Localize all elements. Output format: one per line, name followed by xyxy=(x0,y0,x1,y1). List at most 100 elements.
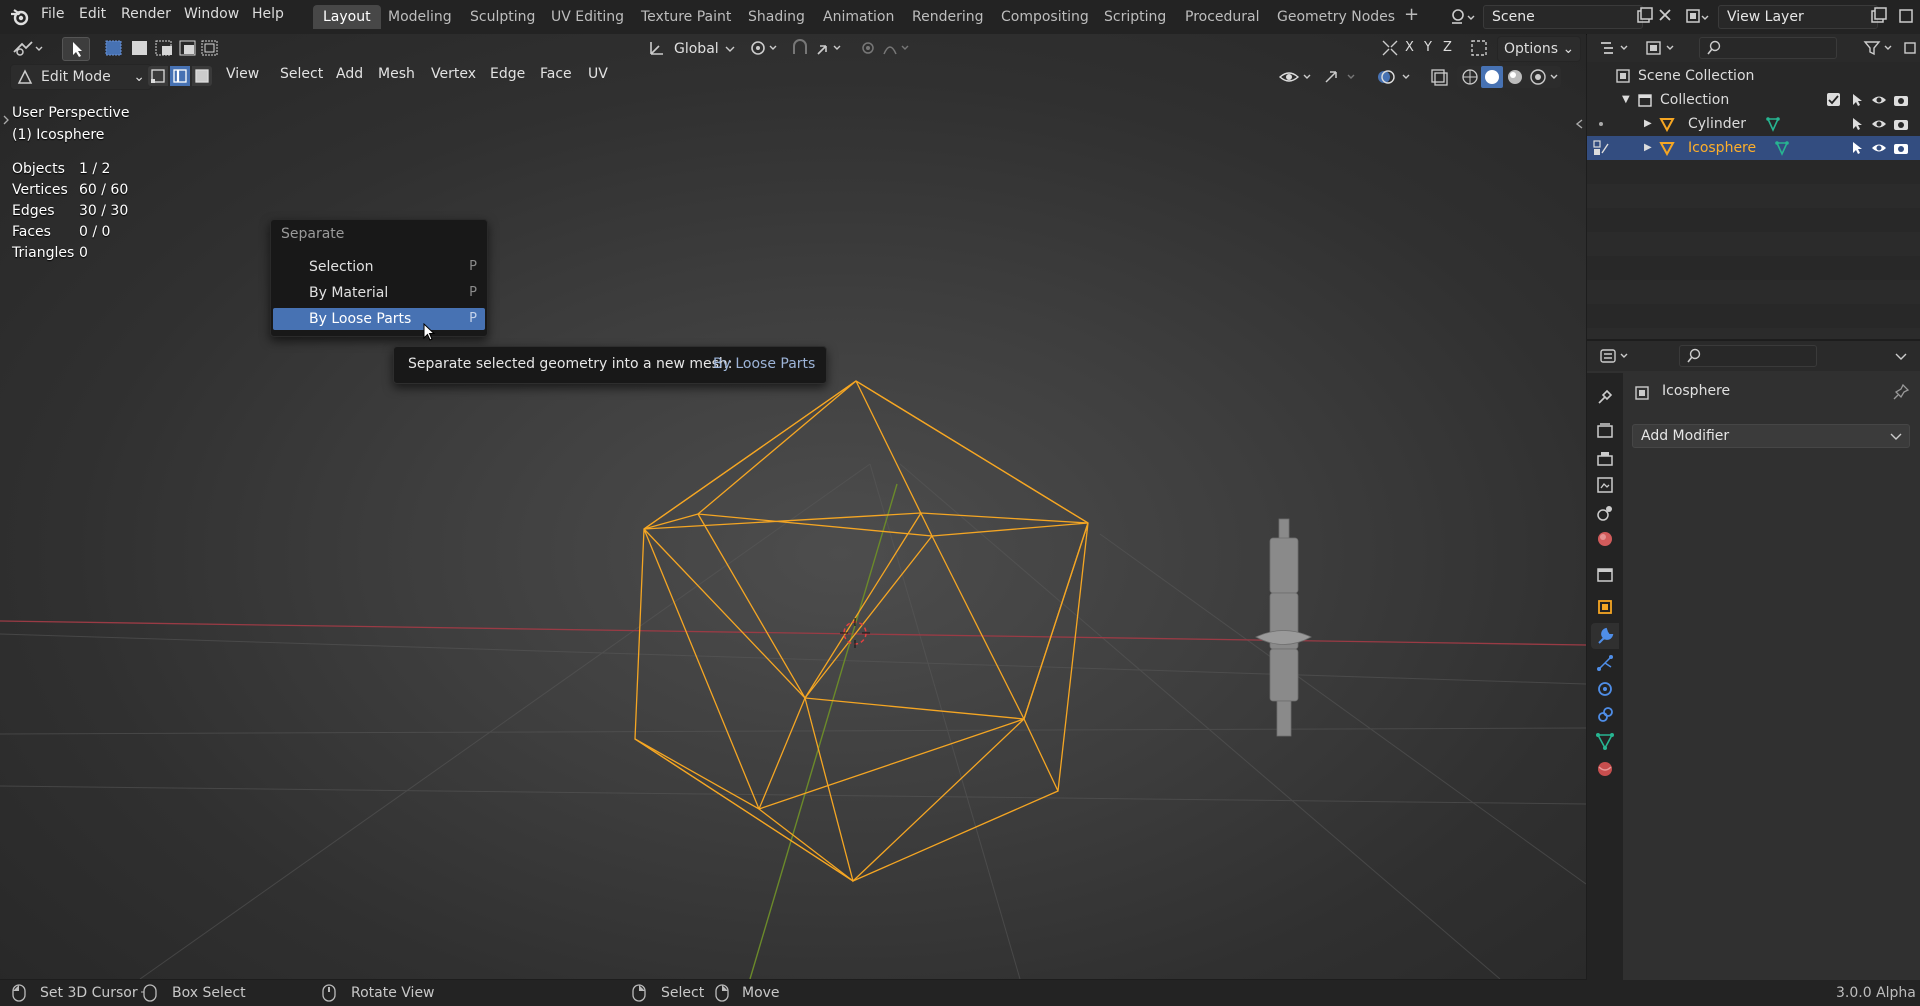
constraints-tab-icon[interactable] xyxy=(1595,705,1615,725)
vertex-select-icon[interactable] xyxy=(148,66,168,86)
visibility-icon[interactable] xyxy=(1278,68,1316,86)
shading-modes-icons[interactable] xyxy=(1457,66,1561,88)
scene-icon[interactable] xyxy=(1450,7,1476,27)
menu-edit[interactable]: Edit xyxy=(79,6,106,22)
display-mode-icon[interactable] xyxy=(1645,39,1679,57)
eye-icon[interactable] xyxy=(1871,92,1887,108)
chevron-down-icon[interactable] xyxy=(1894,349,1908,363)
select-mode-icons[interactable] xyxy=(104,38,222,58)
menu-window[interactable]: Window xyxy=(184,6,239,22)
menu-item-by-loose-parts[interactable]: By Loose Parts P xyxy=(273,308,485,330)
view-layer-icon[interactable] xyxy=(1685,7,1711,27)
tab-shading[interactable]: Shading xyxy=(738,5,815,29)
mirror-y-toggle[interactable]: Y xyxy=(1424,40,1432,55)
new-scene-icon[interactable] xyxy=(1636,7,1654,25)
select-tool-icon[interactable] xyxy=(62,37,90,61)
material-tab-icon[interactable] xyxy=(1595,759,1615,779)
mesh-data-icon[interactable] xyxy=(1774,140,1790,156)
render-tab-icon[interactable] xyxy=(1595,421,1615,441)
viewport-menu-face[interactable]: Face xyxy=(540,66,572,82)
toolbar-expand-icon[interactable] xyxy=(2,114,10,126)
menu-help[interactable]: Help xyxy=(252,6,284,22)
tab-animation[interactable]: Animation xyxy=(813,5,904,29)
gizmo-mirror-icon[interactable] xyxy=(1380,38,1400,58)
scene-selector[interactable]: Scene xyxy=(1483,5,1643,29)
viewport-menu-select[interactable]: Select xyxy=(280,66,323,82)
pivot-point-icon[interactable] xyxy=(748,38,782,58)
menu-item-selection[interactable]: Selection P xyxy=(273,256,485,278)
transform-orientation-dropdown[interactable]: Global xyxy=(674,41,719,57)
collection-tab-icon[interactable] xyxy=(1595,565,1615,585)
viewport-menu-edge[interactable]: Edge xyxy=(490,66,525,82)
scene-tab-icon[interactable] xyxy=(1595,503,1615,523)
tab-sculpting[interactable]: Sculpting xyxy=(460,5,545,29)
mesh-data-icon[interactable] xyxy=(1765,116,1781,132)
menu-file[interactable]: File xyxy=(41,6,64,22)
selectable-icon[interactable] xyxy=(1849,116,1865,132)
camera-icon[interactable] xyxy=(1893,140,1909,156)
viewport-menu-mesh[interactable]: Mesh xyxy=(378,66,415,82)
3d-viewport[interactable]: Global X Y Z Options ⌄ Edit Mode ⌄ View … xyxy=(0,34,1586,979)
exclude-checkbox[interactable] xyxy=(1827,93,1840,106)
menu-item-by-material[interactable]: By Material P xyxy=(273,282,485,304)
properties-editor-icon[interactable] xyxy=(1599,347,1633,365)
output-tab-icon[interactable] xyxy=(1595,449,1615,469)
outliner-row-cylinder[interactable]: ▶ Cylinder xyxy=(1587,112,1920,136)
outliner-search-input[interactable] xyxy=(1699,37,1837,59)
transform-orientation-icon[interactable] xyxy=(647,38,669,58)
tab-texture-paint[interactable]: Texture Paint xyxy=(631,5,741,29)
object-tab-icon[interactable] xyxy=(1595,597,1615,617)
xray-icon[interactable] xyxy=(1430,68,1448,86)
tab-compositing[interactable]: Compositing xyxy=(991,5,1099,29)
selectable-icon[interactable] xyxy=(1849,92,1865,108)
view-layer-tab-icon[interactable] xyxy=(1595,475,1615,495)
tab-uv-editing[interactable]: UV Editing xyxy=(541,5,634,29)
edge-select-icon[interactable] xyxy=(170,66,190,86)
viewport-menu-add[interactable]: Add xyxy=(336,66,363,82)
tab-geometry-nodes[interactable]: Geometry Nodes xyxy=(1267,5,1405,29)
tab-rendering[interactable]: Rendering xyxy=(902,5,994,29)
properties-search-input[interactable] xyxy=(1679,345,1817,367)
edit-mode-toggle-icon[interactable] xyxy=(1593,140,1611,156)
camera-icon[interactable] xyxy=(1893,92,1909,108)
outliner-row-collection[interactable]: ▼ Collection xyxy=(1587,88,1920,112)
tab-procedural[interactable]: Procedural xyxy=(1175,5,1270,29)
snap-icon[interactable] xyxy=(790,38,860,58)
mirror-z-toggle[interactable]: Z xyxy=(1443,40,1452,55)
tab-scripting[interactable]: Scripting xyxy=(1094,5,1176,29)
new-collection-icon[interactable] xyxy=(1902,40,1918,56)
blender-logo-icon[interactable] xyxy=(10,8,30,26)
data-tab-icon[interactable] xyxy=(1595,731,1615,751)
add-workspace-button[interactable]: + xyxy=(1404,4,1419,25)
mode-selector[interactable]: Edit Mode ⌄ xyxy=(10,64,152,90)
particles-tab-icon[interactable] xyxy=(1595,653,1615,673)
outliner-row-icosphere[interactable]: ▶ Icosphere xyxy=(1587,136,1920,160)
add-modifier-dropdown[interactable]: Add Modifier xyxy=(1632,424,1910,448)
tab-modeling[interactable]: Modeling xyxy=(378,5,462,29)
proportional-editing-icon[interactable] xyxy=(858,38,918,58)
expand-arrow-icon[interactable]: ▼ xyxy=(1622,88,1630,112)
outliner-editor-icon[interactable] xyxy=(1599,39,1633,57)
eye-icon[interactable] xyxy=(1871,116,1887,132)
viewport-menu-uv[interactable]: UV xyxy=(588,66,608,82)
viewport-menu-view[interactable]: View xyxy=(226,66,259,82)
outliner-row-scene-collection[interactable]: Scene Collection xyxy=(1587,64,1920,88)
mirror-x-toggle[interactable]: X xyxy=(1405,40,1414,55)
face-select-icon[interactable] xyxy=(192,66,212,86)
selectable-icon[interactable] xyxy=(1849,140,1865,156)
filter-icon[interactable] xyxy=(1863,39,1897,57)
view-layer-selector[interactable]: View Layer xyxy=(1718,5,1878,29)
expand-arrow-icon[interactable]: ▶ xyxy=(1644,112,1652,136)
gizmo-icon[interactable] xyxy=(1322,68,1360,86)
delete-scene-icon[interactable] xyxy=(1658,8,1672,22)
delete-view-layer-icon[interactable] xyxy=(1898,7,1914,25)
editor-type-icon[interactable] xyxy=(12,38,46,58)
tab-layout[interactable]: Layout xyxy=(313,5,381,29)
physics-tab-icon[interactable] xyxy=(1595,679,1615,699)
tool-tab-icon[interactable] xyxy=(1595,387,1615,407)
overlays-icon[interactable] xyxy=(1376,67,1416,87)
camera-icon[interactable] xyxy=(1893,116,1909,132)
collapse-arrow-icon[interactable] xyxy=(1574,118,1584,130)
world-tab-icon[interactable] xyxy=(1595,529,1615,549)
new-view-layer-icon[interactable] xyxy=(1870,7,1888,25)
